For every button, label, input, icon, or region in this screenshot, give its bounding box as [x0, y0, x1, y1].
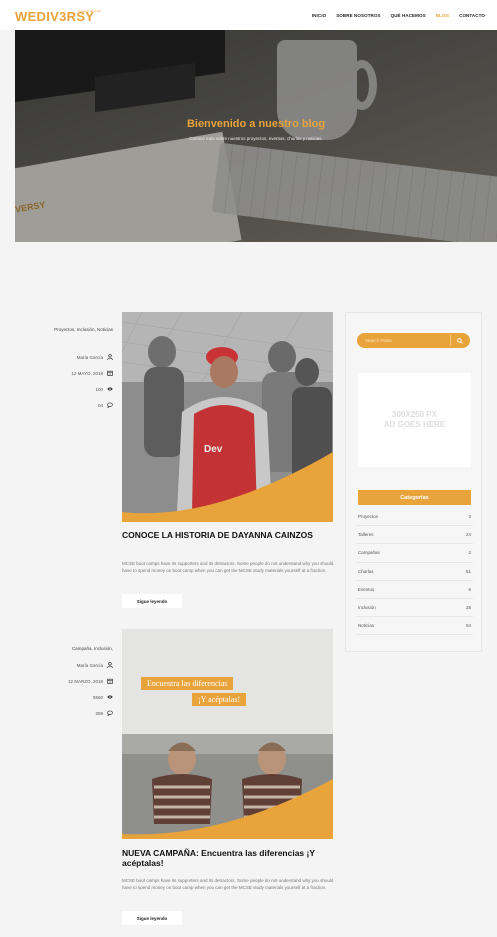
category-count: 3: [468, 514, 471, 520]
svg-text:Dev: Dev: [204, 444, 223, 455]
post-author-name: María García: [76, 354, 103, 360]
sidebar: 300X250 PX AD GOES HERE Categorías Proye…: [345, 312, 482, 652]
post-comments-count: 04: [97, 402, 103, 408]
category-count: 2: [468, 550, 471, 556]
search-input[interactable]: [365, 336, 445, 345]
nav-item-blog[interactable]: BLOG: [436, 13, 449, 18]
nav-item-que-hacemos[interactable]: QUÉ HACEMOS: [391, 13, 426, 18]
post-date: 12 MAYO, 2018: [20, 370, 113, 376]
hero-title: Bienvenido a nuestro blog: [186, 118, 326, 130]
category-name: Eventos: [358, 586, 375, 592]
category-item-inclusion[interactable]: Inclusión 28: [356, 599, 473, 618]
post-views: 5560: [20, 694, 113, 700]
category-name: Talleres: [358, 532, 374, 538]
category-name: Charlas: [358, 568, 374, 574]
category-name: Noticias: [358, 623, 375, 629]
calendar-icon: [107, 370, 113, 376]
post-author: María García: [20, 354, 113, 360]
category-item-charlas[interactable]: Charlas 51: [356, 563, 473, 581]
post-excerpt: MCSE boot camps have its supporters and …: [122, 878, 334, 890]
categories-title: Categorías: [358, 490, 471, 505]
post-comments: 04: [20, 402, 113, 408]
post-date-text: 12 MAYO, 2018: [71, 370, 103, 376]
post-date-text: 12 MARZO, 2018: [67, 678, 103, 684]
post-date: 12 MARZO, 2018: [20, 678, 113, 684]
post-comments: 289: [20, 710, 113, 716]
comment-icon: [107, 402, 113, 408]
category-name: Campañas: [358, 550, 380, 556]
hero-subtitle: Conoce más sobre nuestros proyectos, eve…: [189, 136, 323, 141]
post-author: María García: [20, 662, 113, 668]
comment-icon: [107, 710, 113, 716]
read-more-button[interactable]: Sigue leyendo: [122, 911, 182, 925]
post-categories[interactable]: Proyectos, Inclusión, Noticias: [33, 326, 113, 334]
logo-tagline: inspiring diversity: [78, 9, 102, 13]
post-image[interactable]: Encuentra las diferencias ¡Y acéptalas!: [122, 629, 333, 839]
ad-placeholder[interactable]: 300X250 PX AD GOES HERE: [358, 373, 471, 467]
nav-item-sobre-nosotros[interactable]: SOBRE NOSOTROS: [336, 13, 380, 18]
category-count: 84: [465, 623, 471, 629]
search-icon: [456, 337, 463, 344]
category-item-talleres[interactable]: Talleres 24: [356, 526, 473, 545]
category-name: Inclusión: [358, 605, 376, 611]
post-views-count: 5560: [92, 694, 103, 700]
post-title[interactable]: NUEVA CAMPAÑA: Encuentra las diferencias…: [122, 848, 340, 868]
category-count: 24: [465, 532, 471, 538]
post-views: 100: [20, 386, 113, 392]
post-author-name: María García: [76, 662, 103, 668]
eye-icon: [107, 695, 113, 699]
eye-icon: [107, 387, 113, 391]
post-image[interactable]: Dev: [122, 312, 333, 522]
image-caption-1: Encuentra las diferencias: [141, 677, 234, 690]
category-item-campanas[interactable]: Campañas 2: [356, 544, 473, 563]
ad-label-text: AD GOES HERE: [383, 420, 446, 429]
search-bar: [357, 333, 470, 348]
categories-list: Proyectos 3 Talleres 24 Campañas 2 Charlas 5…: [356, 508, 473, 636]
post-comments-count: 289: [95, 710, 103, 716]
category-count: 6: [468, 586, 471, 592]
user-icon: [107, 662, 113, 668]
category-name: Proyectos: [358, 514, 379, 520]
category-count: 51: [465, 568, 471, 574]
category-item-noticias[interactable]: Noticias 84: [356, 617, 473, 636]
post-title[interactable]: CONOCE LA HISTORIA DE DAYANNA CAINZOS: [122, 530, 340, 540]
site-header: WEDIV3RSY inspiring diversity INICIO SOB…: [0, 0, 497, 30]
main-nav: INICIO SOBRE NOSOTROS QUÉ HACEMOS BLOG C…: [312, 13, 485, 18]
post-categories[interactable]: Campaña, Inclusión,: [33, 645, 113, 653]
post-views-count: 100: [95, 386, 103, 392]
nav-item-inicio[interactable]: INICIO: [312, 13, 326, 18]
ad-size-text: 300X250 PX: [392, 410, 437, 419]
calendar-icon: [107, 678, 113, 684]
category-count: 28: [465, 605, 471, 611]
post-photo-twin-boys: [122, 629, 333, 839]
search-button[interactable]: [450, 335, 468, 346]
read-more-button[interactable]: Sigue leyendo: [122, 594, 182, 608]
hero-banner: VERSY Bienvenido a nuestro blog Conoce m…: [15, 30, 497, 242]
post-excerpt: MCSE boot camps have its supporters and …: [122, 561, 334, 573]
category-item-eventos[interactable]: Eventos 6: [356, 581, 473, 599]
image-caption-2: ¡Y acéptalas!: [192, 693, 247, 706]
user-icon: [107, 354, 113, 360]
category-item-proyectos[interactable]: Proyectos 3: [356, 508, 473, 527]
nav-item-contacto[interactable]: CONTACTO: [459, 13, 485, 18]
post-photo-baseball-team: Dev: [122, 312, 333, 522]
